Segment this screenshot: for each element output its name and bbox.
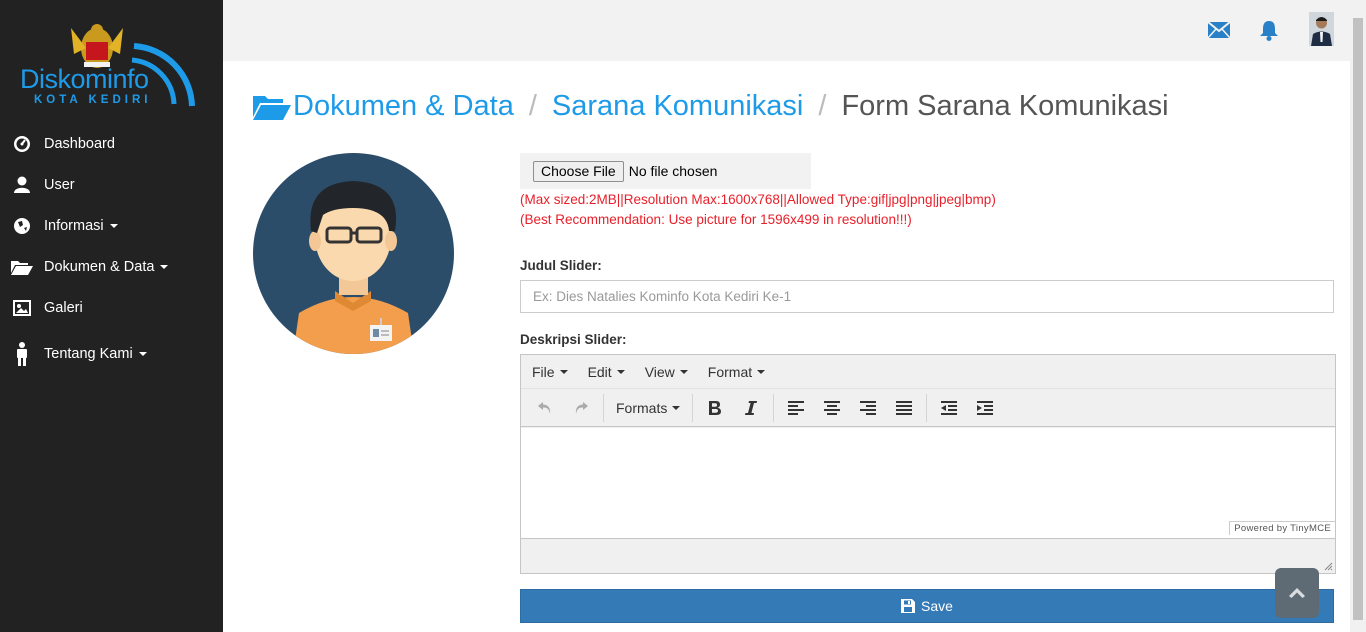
- brand-name: Diskominfo: [20, 64, 149, 94]
- align-right-button[interactable]: [850, 394, 886, 422]
- sidebar-item-label: User: [44, 176, 75, 193]
- outdent-button[interactable]: [931, 394, 967, 422]
- chevron-down-icon: [672, 405, 681, 410]
- toolbar-divider: [603, 393, 604, 422]
- editor-menubar: File Edit View Format: [521, 355, 1335, 389]
- indent-button[interactable]: [967, 394, 1003, 422]
- align-justify-icon: [896, 400, 913, 415]
- formats-dropdown[interactable]: Formats: [608, 394, 688, 422]
- breadcrumb-link-dokumen-data[interactable]: Dokumen & Data: [293, 90, 514, 123]
- indent-icon: [977, 400, 994, 415]
- sidebar-item-label: Informasi: [44, 217, 104, 234]
- topbar: [223, 0, 1350, 61]
- menu-edit[interactable]: Edit: [581, 364, 632, 380]
- user-icon: [0, 176, 44, 193]
- sidebar-item-label: Dashboard: [44, 135, 115, 152]
- upload-constraints-note: (Max sized:2MB||Resolution Max:1600x768|…: [520, 192, 996, 207]
- chevron-up-icon: [1289, 588, 1305, 598]
- user-avatar[interactable]: [1309, 12, 1334, 46]
- brand-subtitle: KOTA KEDIRI: [34, 94, 152, 106]
- chevron-down-icon: [757, 369, 766, 374]
- rich-text-editor: File Edit View Format Formats Powered by…: [520, 354, 1336, 574]
- breadcrumb-separator: /: [818, 90, 827, 122]
- preview-avatar-image: [253, 153, 454, 354]
- floppy-disk-icon: [901, 599, 916, 613]
- redo-button[interactable]: [563, 394, 599, 422]
- brand-logo[interactable]: Diskominfo KOTA KEDIRI: [14, 18, 209, 118]
- scrollbar-thumb[interactable]: [1353, 18, 1363, 620]
- bell-icon[interactable]: [1259, 20, 1279, 46]
- outdent-icon: [941, 400, 958, 415]
- toolbar-divider: [926, 393, 928, 422]
- menu-format[interactable]: Format: [701, 364, 772, 380]
- sidebar-item-label: Dokumen & Data: [44, 258, 155, 275]
- chevron-down-icon: [679, 369, 688, 374]
- menu-file[interactable]: File: [525, 364, 575, 380]
- sidebar-item-dashboard[interactable]: Dashboard: [0, 123, 223, 164]
- dashboard-icon: [0, 135, 44, 153]
- back-to-top-button[interactable]: [1275, 568, 1319, 618]
- sidebar-item-dokumen-data[interactable]: Dokumen & Data: [0, 246, 223, 287]
- menu-view[interactable]: View: [638, 364, 695, 380]
- sidebar-nav: Dashboard User Informasi Dokumen & Data …: [0, 123, 223, 379]
- align-justify-button[interactable]: [886, 394, 922, 422]
- globe-icon: [0, 217, 44, 235]
- sidebar-item-informasi[interactable]: Informasi: [0, 205, 223, 246]
- title-label: Judul Slider:: [520, 258, 602, 273]
- upload-recommendation-note: (Best Recommendation: Use picture for 15…: [520, 212, 912, 227]
- align-right-icon: [860, 400, 877, 415]
- page-title: Form Sarana Komunikasi: [841, 90, 1169, 122]
- editor-content-area[interactable]: [521, 428, 1335, 538]
- save-button[interactable]: Save: [520, 589, 1334, 623]
- person-icon: [0, 341, 44, 366]
- align-left-icon: [788, 400, 805, 415]
- page-scrollbar[interactable]: [1350, 0, 1366, 632]
- breadcrumb: Dokumen & Data / Sarana Komunikasi / For…: [253, 90, 1169, 123]
- save-label: Save: [921, 598, 953, 614]
- file-upload: Choose File No file chosen: [520, 153, 811, 189]
- breadcrumb-separator: /: [528, 90, 537, 122]
- breadcrumb-link-sarana-komunikasi[interactable]: Sarana Komunikasi: [552, 90, 803, 123]
- chevron-down-icon: [616, 369, 625, 374]
- align-left-button[interactable]: [778, 394, 814, 422]
- menu-label: Format: [707, 363, 753, 380]
- italic-button[interactable]: [733, 394, 769, 422]
- editor-statusbar: [521, 538, 1335, 573]
- folder-open-icon: [0, 259, 44, 275]
- editor-toolbar: Formats: [521, 389, 1335, 427]
- chevron-down-icon: [160, 264, 169, 269]
- redo-icon: [575, 401, 588, 414]
- choose-file-button[interactable]: Choose File: [533, 160, 624, 182]
- undo-icon: [538, 401, 551, 414]
- sidebar-item-galeri[interactable]: Galeri: [0, 287, 223, 328]
- sidebar: Diskominfo KOTA KEDIRI Dashboard User In…: [0, 0, 223, 632]
- menu-label: File: [532, 363, 555, 380]
- toolbar-divider: [692, 393, 694, 422]
- envelope-icon[interactable]: [1207, 21, 1231, 43]
- description-label: Deskripsi Slider:: [520, 332, 627, 347]
- folder-open-icon: [253, 93, 291, 121]
- chevron-down-icon: [559, 369, 568, 374]
- align-center-icon: [824, 400, 841, 415]
- sidebar-item-label: Galeri: [44, 299, 83, 316]
- picture-icon: [0, 299, 44, 316]
- sidebar-item-user[interactable]: User: [0, 164, 223, 205]
- undo-button[interactable]: [527, 394, 563, 422]
- menu-label: Edit: [587, 363, 612, 380]
- bold-button[interactable]: [697, 394, 733, 422]
- formats-label: Formats: [616, 399, 668, 416]
- chevron-down-icon: [109, 223, 118, 228]
- chevron-down-icon: [138, 351, 147, 356]
- bold-icon: [709, 400, 722, 415]
- title-input[interactable]: [520, 280, 1334, 313]
- italic-icon: [745, 400, 758, 415]
- sidebar-item-tentang-kami[interactable]: Tentang Kami: [0, 328, 223, 379]
- file-status: No file chosen: [628, 163, 718, 179]
- align-center-button[interactable]: [814, 394, 850, 422]
- sidebar-item-label: Tentang Kami: [44, 345, 133, 362]
- toolbar-divider: [773, 393, 775, 422]
- resize-handle-icon[interactable]: [1324, 562, 1333, 571]
- powered-by-tinymce[interactable]: Powered by TinyMCE: [1229, 521, 1335, 535]
- menu-label: View: [644, 363, 675, 380]
